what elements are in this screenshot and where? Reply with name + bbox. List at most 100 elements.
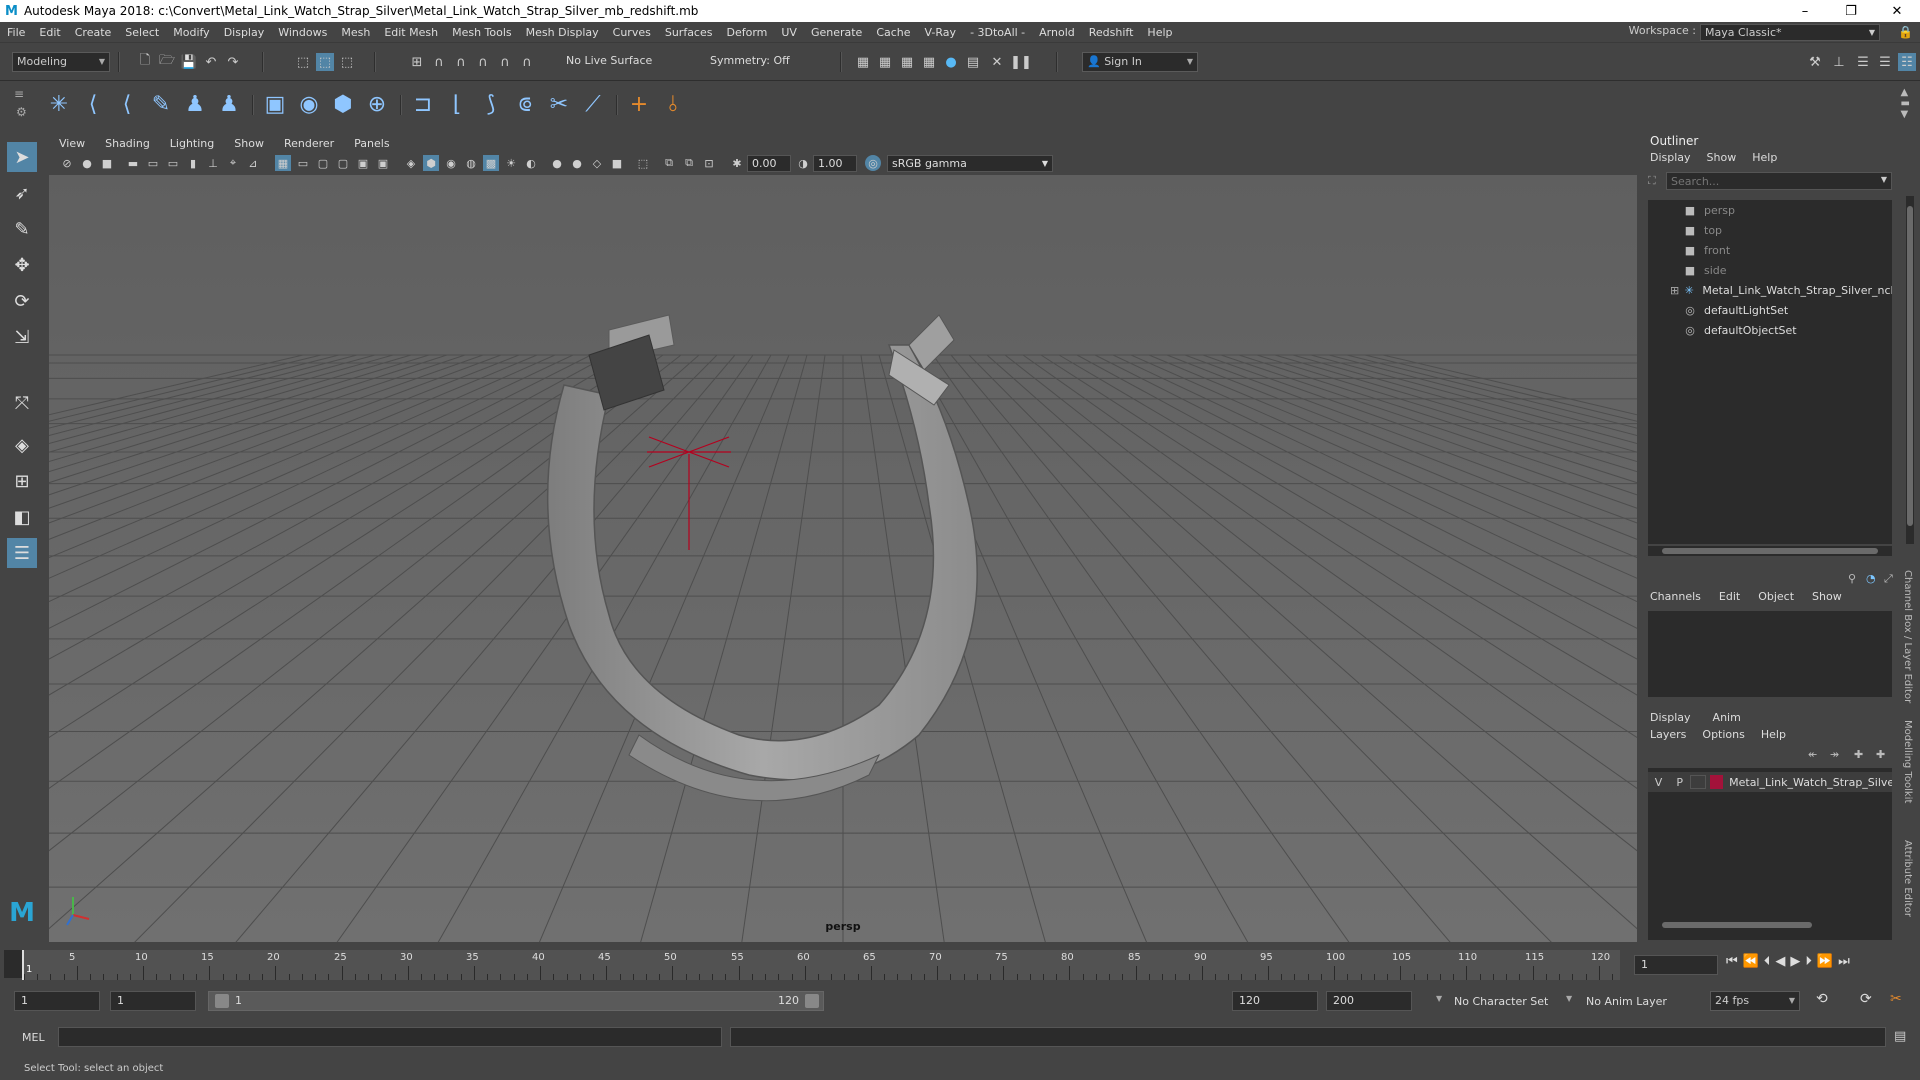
outliner-menu-display[interactable]: Display (1650, 151, 1691, 164)
pin-icon[interactable]: ⤢ (1884, 572, 1893, 586)
sync-icon[interactable]: ◔ (1866, 572, 1876, 585)
xray-icon[interactable]: ▩ (483, 155, 499, 171)
live-surface-label[interactable]: No Live Surface (566, 54, 652, 67)
side-tab[interactable]: Channel Box / Layer Editor (1902, 570, 1913, 703)
menu-generate[interactable]: Generate (804, 26, 869, 39)
snap-curve-icon[interactable]: ∩ (430, 53, 448, 71)
time-ruler[interactable]: 5 10 15 20 25 30 35 40 45 50 55 60 65 70 75 80 85 90 95 100… (22, 950, 1620, 980)
layer-hscrollbar[interactable] (1648, 920, 1892, 930)
loop-icon[interactable]: ⟲ (1816, 991, 1828, 1007)
step-forward-frame-icon[interactable]: ⏵ (1805, 954, 1812, 969)
layer-display-type[interactable] (1690, 775, 1706, 789)
outliner-item[interactable]: ■ front (1648, 240, 1892, 260)
poly-sphere-icon[interactable]: ◉ (294, 89, 324, 119)
gamma-field[interactable]: 1.00 (813, 155, 857, 172)
menu-windows[interactable]: Windows (271, 26, 334, 39)
outliner-menu-help[interactable]: Help (1752, 151, 1777, 164)
field-chart-icon[interactable]: ⊿ (245, 155, 261, 171)
wireframe-icon[interactable]: ▣ (355, 155, 371, 171)
poly-cylinder-icon[interactable]: ⬢ (328, 89, 358, 119)
shelf-scroll-icon[interactable]: ▲ ▬ ▼ (1901, 87, 1910, 120)
outliner-layout-icon[interactable]: ☰ (7, 538, 37, 568)
layer-visible-toggle[interactable]: V (1648, 776, 1669, 789)
redo-icon[interactable]: ↷ (224, 53, 242, 71)
rotate-tool-icon[interactable]: ⟳ (7, 286, 37, 316)
outliner-vscrollbar[interactable] (1906, 196, 1914, 544)
channel-icon[interactable]: ⚲ (1848, 572, 1856, 585)
multi-cut-icon[interactable]: ✂ (544, 89, 574, 119)
range-slider[interactable]: 1 120 (208, 991, 824, 1011)
outliner-item[interactable]: ⊞ ✳ Metal_Link_Watch_Strap_Silver_ncl1_1 (1648, 280, 1892, 300)
layer-menu-layers[interactable]: Layers (1650, 728, 1686, 741)
snap-surface-icon[interactable]: ∩ (496, 53, 514, 71)
attribute-editor-icon[interactable]: ⊥ (1830, 53, 1848, 71)
safe-title-icon[interactable]: ▢ (335, 155, 351, 171)
render-icon[interactable]: ▦ (854, 53, 872, 71)
outliner-item[interactable]: ◎ defaultLightSet (1648, 300, 1892, 320)
shelf-settings-icon[interactable]: ⚙ (16, 105, 27, 119)
append-icon[interactable]: ⟃ (510, 89, 540, 119)
image-plane-icon[interactable]: ▬ (125, 155, 141, 171)
menu-surfaces[interactable]: Surfaces (658, 26, 720, 39)
backface-icon[interactable]: ⧉ (681, 155, 697, 171)
render-view-icon[interactable]: ▤ (964, 53, 982, 71)
outliner-search-input[interactable] (1667, 173, 1867, 189)
filter-icon[interactable]: ⛶ (1648, 174, 1664, 190)
channelbox-menu-show[interactable]: Show (1812, 590, 1842, 603)
shadows-icon[interactable]: ☀ (503, 155, 519, 171)
select-object-icon[interactable]: ⬚ (316, 53, 334, 71)
play-forward-icon[interactable]: ▶ (1790, 954, 1800, 969)
menu-edit[interactable]: Edit (32, 26, 67, 39)
current-frame-field[interactable]: 1 (1634, 955, 1718, 975)
close-button[interactable]: ✕ (1874, 0, 1920, 22)
range-start-handle[interactable] (215, 994, 229, 1008)
sign-in-button[interactable]: 👤 Sign In ▼ (1082, 52, 1198, 72)
bevel-icon[interactable]: ⌊ (442, 89, 472, 119)
panel-menu-lighting[interactable]: Lighting (160, 134, 224, 153)
outliner-search-field[interactable]: ▼ (1666, 172, 1892, 190)
layer-menu-options[interactable]: Options (1702, 728, 1744, 741)
depth-of-field-icon[interactable]: ◇ (589, 155, 605, 171)
channel-box-icon[interactable]: ☰ (1876, 53, 1894, 71)
save-scene-icon[interactable]: 💾 (180, 53, 198, 71)
anti-alias-icon[interactable]: ● (569, 155, 585, 171)
menu-mesh[interactable]: Mesh (334, 26, 377, 39)
outliner-item[interactable]: ■ side (1648, 260, 1892, 280)
skeleton-icon[interactable]: ♟ (214, 89, 244, 119)
outliner-hscrollbar[interactable] (1648, 546, 1892, 556)
menu-mesh-tools[interactable]: Mesh Tools (445, 26, 519, 39)
new-scene-icon[interactable]: 🗋 (136, 53, 154, 71)
outliner-item[interactable]: ■ persp (1648, 200, 1892, 220)
symmetry-select[interactable]: Symmetry: Off (710, 54, 790, 67)
open-scene-icon[interactable]: 🗁 (158, 53, 176, 71)
snap-grid-icon[interactable]: ⊞ (408, 53, 426, 71)
use-lights-icon[interactable]: ◍ (463, 155, 479, 171)
undo-icon[interactable]: ↶ (202, 53, 220, 71)
snap-pivot-icon[interactable]: ⫰ (658, 89, 688, 119)
scroll-thumb[interactable] (1662, 548, 1878, 554)
new-layer-icon[interactable]: ✚ (1854, 748, 1863, 761)
anim-prefs-icon[interactable]: ✂ (1890, 991, 1902, 1007)
new-layer-selected-icon[interactable]: ✚ (1876, 748, 1885, 761)
stop-icon[interactable]: ✕ (988, 53, 1006, 71)
auto-key-icon[interactable]: ⟳ (1860, 991, 1872, 1007)
channelbox-menu-edit[interactable]: Edit (1719, 590, 1740, 603)
playback-end-field[interactable]: 120 (1232, 991, 1318, 1011)
hypershade-icon[interactable]: ▦ (920, 53, 938, 71)
select-tool-icon[interactable]: ➤ (7, 142, 37, 172)
ep-curve-icon[interactable]: ⟨ (78, 89, 108, 119)
render-settings-icon[interactable]: ▦ (898, 53, 916, 71)
menu-cache[interactable]: Cache (869, 26, 917, 39)
channelbox-menu-object[interactable]: Object (1758, 590, 1794, 603)
textured-icon[interactable]: ◉ (443, 155, 459, 171)
film-gate-icon[interactable]: ▭ (295, 155, 311, 171)
grid-icon[interactable]: ▦ (275, 155, 291, 171)
quick-rig-icon[interactable]: ♟ (180, 89, 210, 119)
step-forward-key-icon[interactable]: ⏩ (1817, 954, 1833, 969)
move-tool-icon[interactable]: ✥ (7, 250, 37, 280)
color-management-icon[interactable]: ◎ (865, 155, 881, 171)
menu-deform[interactable]: Deform (719, 26, 774, 39)
snap-live-icon[interactable]: ∩ (518, 53, 536, 71)
lock-icon[interactable]: 🔒 (1898, 25, 1914, 41)
move-layer-down-icon[interactable]: ↠ (1830, 748, 1839, 761)
